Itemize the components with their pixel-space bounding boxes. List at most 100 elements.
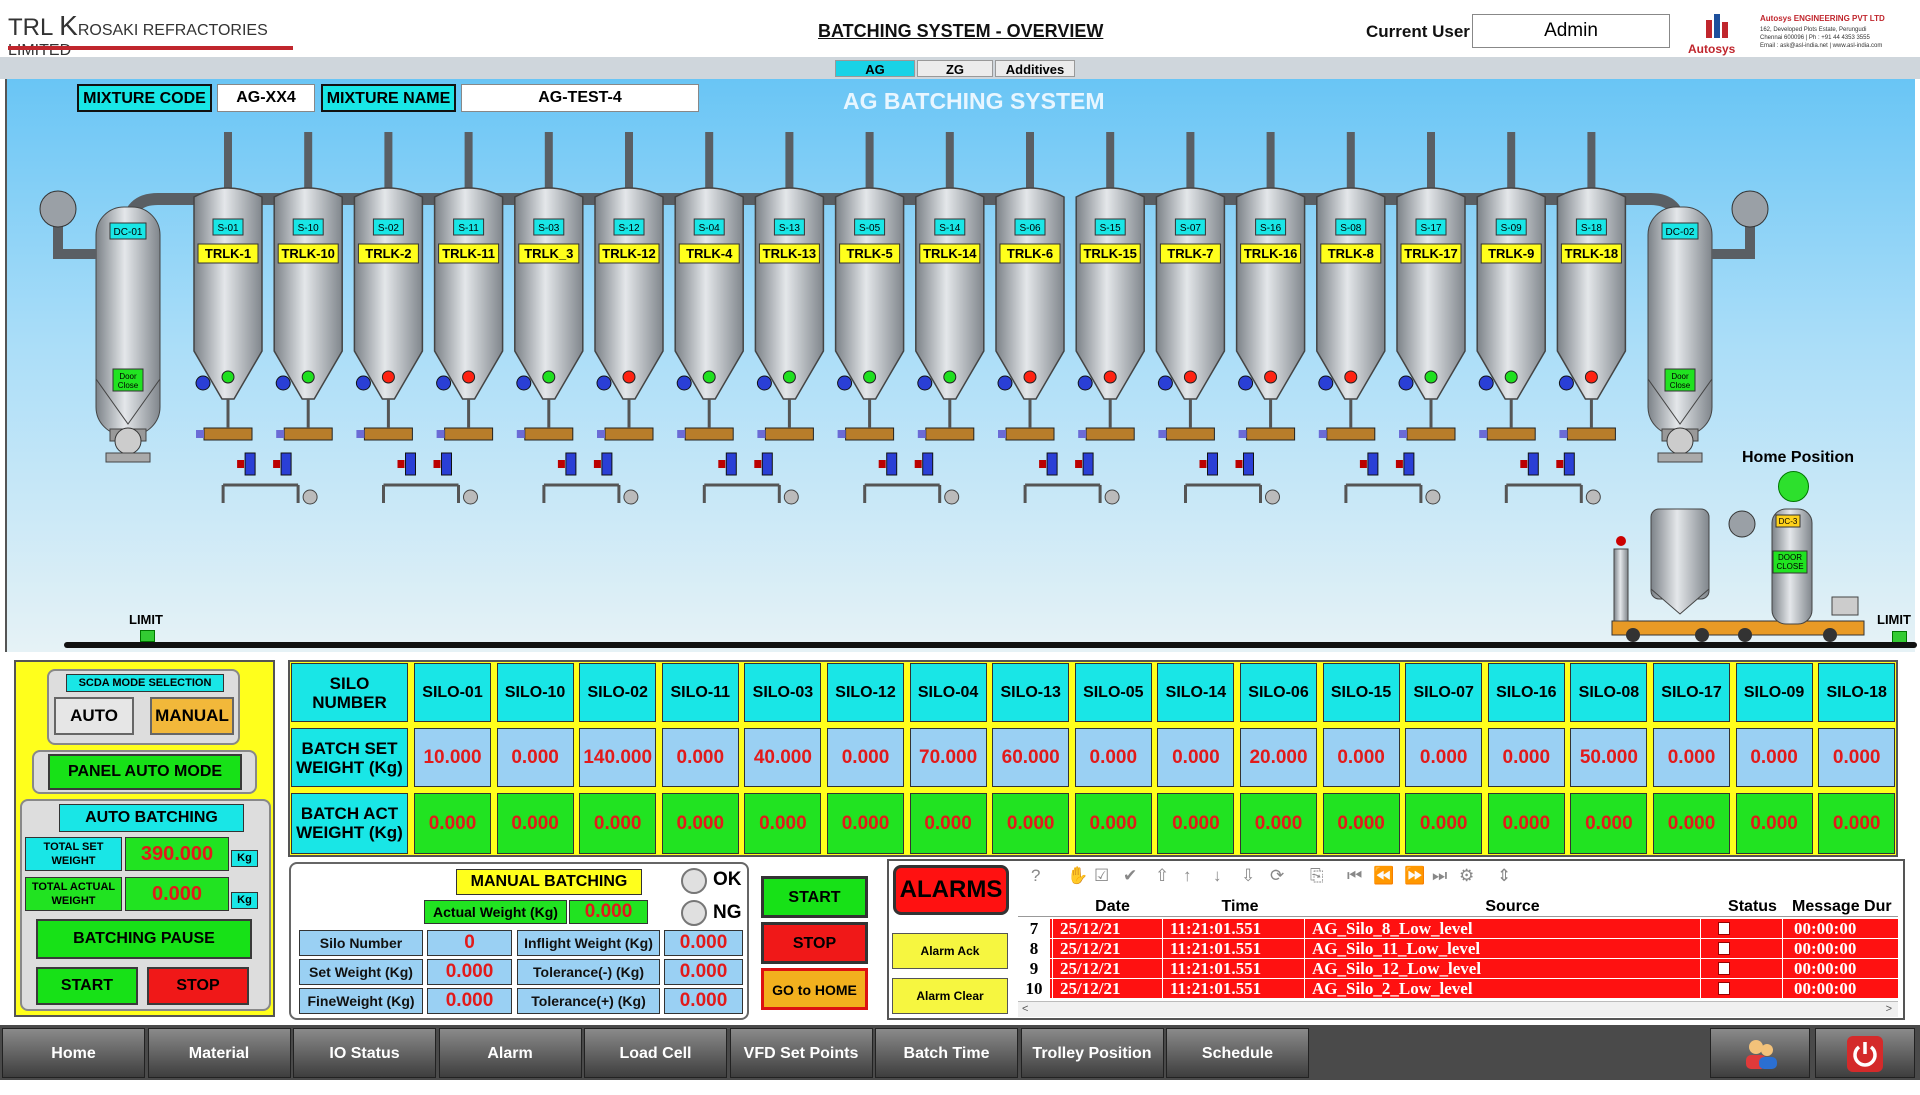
check-icon[interactable]: ✔ bbox=[1123, 866, 1137, 886]
expand-icon[interactable]: ⇕ bbox=[1497, 866, 1511, 886]
last-page-icon[interactable]: ⏭ bbox=[1432, 866, 1447, 886]
silo-duct-S-09 bbox=[1507, 132, 1516, 190]
settings-icon[interactable]: ⚙ bbox=[1459, 866, 1474, 886]
sort-down-icon[interactable]: ↓ bbox=[1213, 866, 1222, 886]
nav-schedule[interactable]: Schedule bbox=[1166, 1028, 1309, 1078]
alarm-row[interactable]: 9 25/12/21 11:21:01.551 AG_Silo_12_Low_leve… bbox=[1018, 959, 1898, 978]
screw-feeder bbox=[1566, 427, 1616, 441]
batch-set-weight-cell[interactable]: 0.000 bbox=[827, 728, 904, 787]
tab-zg[interactable]: ZG bbox=[917, 60, 993, 77]
fine-weight-value[interactable]: 0.000 bbox=[427, 988, 512, 1014]
nav-vfd-set-points[interactable]: VFD Set Points bbox=[729, 1028, 873, 1078]
set-weight-value[interactable]: 0.000 bbox=[427, 959, 512, 985]
inflight-weight-value[interactable]: 0.000 bbox=[664, 930, 743, 956]
batch-act-weight-cell: 0.000 bbox=[909, 793, 987, 854]
user-management-button[interactable] bbox=[1710, 1028, 1810, 1078]
vendor-logo-text: Autosys bbox=[1688, 42, 1736, 56]
alarm-scrollbar[interactable]: < > bbox=[1018, 1001, 1898, 1017]
copy-icon[interactable]: ⎘ bbox=[1310, 866, 1324, 886]
silo-level-indicator bbox=[462, 370, 476, 384]
manual-start-button[interactable]: START bbox=[761, 876, 868, 918]
auto-stop-button[interactable]: STOP bbox=[147, 967, 249, 1005]
silo-number-value[interactable]: 0 bbox=[427, 930, 512, 956]
refresh-icon[interactable]: ⟳ bbox=[1270, 866, 1284, 886]
silo-level-indicator bbox=[1424, 370, 1438, 384]
panel-auto-mode-button[interactable]: PANEL AUTO MODE bbox=[48, 754, 242, 790]
batch-set-weight-cell[interactable]: 140.000 bbox=[579, 728, 657, 787]
batch-set-weight-cell[interactable]: 20.000 bbox=[1240, 728, 1317, 787]
batch-set-weight-cell[interactable]: 0.000 bbox=[1157, 728, 1235, 787]
batch-set-weight-cell[interactable]: 50.000 bbox=[1570, 728, 1648, 787]
silo-valve bbox=[756, 375, 772, 391]
nav-alarm[interactable]: Alarm bbox=[438, 1028, 582, 1078]
batch-set-weight-cell[interactable]: 0.000 bbox=[661, 728, 739, 787]
acknowledge-icon[interactable]: ✋ bbox=[1067, 866, 1088, 886]
first-page-icon[interactable]: ⏮ bbox=[1347, 866, 1362, 886]
alarm-col-status[interactable]: Status bbox=[1715, 898, 1790, 916]
silo-level-indicator bbox=[1264, 370, 1278, 384]
batch-set-weight-cell[interactable]: 0.000 bbox=[496, 728, 574, 787]
nav-io-status[interactable]: IO Status bbox=[293, 1028, 436, 1078]
trolley-id-TRLK-5: TRLK-5 bbox=[846, 246, 892, 261]
alarm-col-time[interactable]: Time bbox=[1170, 898, 1310, 916]
batching-pause-button[interactable]: BATCHING PAUSE bbox=[36, 919, 252, 959]
batch-set-weight-cell[interactable]: 60.000 bbox=[992, 728, 1070, 787]
batch-set-weight-cell[interactable]: 40.000 bbox=[744, 728, 822, 787]
current-user-field[interactable]: Admin bbox=[1472, 14, 1670, 48]
nav-home[interactable]: Home bbox=[2, 1028, 145, 1078]
sort-top-icon[interactable]: ⇧ bbox=[1155, 866, 1169, 886]
nav-load-cell[interactable]: Load Cell bbox=[584, 1028, 727, 1078]
batch-set-weight-cell[interactable]: 0.000 bbox=[1322, 728, 1400, 787]
batch-set-weight-cell[interactable]: 70.000 bbox=[909, 728, 987, 787]
alarm-row[interactable]: 8 25/12/21 11:21:01.551 AG_Silo_11_Low_leve… bbox=[1018, 939, 1898, 958]
alarm-col-divider bbox=[1052, 939, 1053, 958]
batch-set-weight-cell[interactable]: 0.000 bbox=[1818, 728, 1896, 787]
alarm-ack-button[interactable]: Alarm Ack bbox=[892, 933, 1008, 969]
nav-trolley-position[interactable]: Trolley Position bbox=[1020, 1028, 1164, 1078]
silo-level-indicator bbox=[1183, 370, 1197, 384]
batch-set-weight-cell[interactable]: 0.000 bbox=[1487, 728, 1565, 787]
batch-set-weight-cell[interactable]: 0.000 bbox=[1074, 728, 1152, 787]
tolerance-minus-value[interactable]: 0.000 bbox=[664, 959, 743, 985]
silo-level-indicator bbox=[863, 370, 877, 384]
help-icon[interactable]: ? bbox=[1031, 866, 1040, 886]
gate-actuator bbox=[1395, 460, 1403, 468]
alarm-row[interactable]: 10 25/12/21 11:21:01.551 AG_Silo_2_Low_leve… bbox=[1018, 979, 1898, 998]
manual-mode-button[interactable]: MANUAL bbox=[150, 697, 234, 735]
tolerance-plus-value[interactable]: 0.000 bbox=[664, 988, 743, 1014]
limit-left-label: LIMIT bbox=[129, 612, 163, 627]
trolley-id-TRLK-9: TRLK-9 bbox=[1488, 246, 1534, 261]
tab-ag[interactable]: AG bbox=[835, 60, 915, 77]
scroll-right-icon[interactable]: > bbox=[1886, 1003, 1892, 1015]
silo-number-label: Silo Number bbox=[299, 930, 423, 956]
batch-set-weight-cell[interactable]: 0.000 bbox=[1735, 728, 1813, 787]
batch-set-weight-cell[interactable]: 0.000 bbox=[1405, 728, 1483, 787]
ack-all-icon[interactable]: ☑ bbox=[1094, 866, 1109, 886]
manual-stop-button[interactable]: STOP bbox=[761, 922, 868, 964]
sort-up-icon[interactable]: ↑ bbox=[1183, 866, 1192, 886]
alarm-col-duration[interactable]: Message Dur bbox=[1792, 898, 1898, 916]
alarm-clear-button[interactable]: Alarm Clear bbox=[892, 978, 1008, 1014]
scroll-left-icon[interactable]: < bbox=[1022, 1003, 1028, 1015]
batch-act-weight-cell: 0.000 bbox=[1405, 793, 1483, 854]
nav-batch-time[interactable]: Batch Time bbox=[875, 1028, 1018, 1078]
batch-set-weight-cell[interactable]: 10.000 bbox=[414, 728, 491, 787]
next-page-icon[interactable]: ⏩ bbox=[1404, 866, 1425, 886]
prev-page-icon[interactable]: ⏪ bbox=[1373, 866, 1394, 886]
batch-act-weight-cell: 0.000 bbox=[1735, 793, 1813, 854]
power-off-button[interactable] bbox=[1815, 1028, 1915, 1078]
auto-start-button[interactable]: START bbox=[36, 967, 138, 1005]
alarm-col-date[interactable]: Date bbox=[1060, 898, 1165, 916]
alarm-col-source[interactable]: Source bbox=[1310, 898, 1715, 916]
alarm-row[interactable]: 7 25/12/21 11:21:01.551 AG_Silo_8_Low_level… bbox=[1018, 919, 1898, 938]
tab-additives[interactable]: Additives bbox=[995, 60, 1075, 77]
alarm-col-divider bbox=[1304, 979, 1305, 998]
auto-mode-button[interactable]: AUTO bbox=[54, 697, 134, 735]
alarm-date: 25/12/21 bbox=[1060, 979, 1121, 998]
sort-bottom-icon[interactable]: ⇩ bbox=[1241, 866, 1255, 886]
silo-diagram: S-01 TRLK-1 S-10 TRLK-10 S-02 TRLK-2 S-11 TRLK-… bbox=[39, 132, 1865, 642]
nav-material[interactable]: Material bbox=[147, 1028, 291, 1078]
go-to-home-button[interactable]: GO to HOME bbox=[761, 968, 868, 1010]
batch-act-weight-header: BATCH ACT WEIGHT (Kg) bbox=[291, 793, 408, 854]
batch-set-weight-cell[interactable]: 0.000 bbox=[1653, 728, 1730, 787]
